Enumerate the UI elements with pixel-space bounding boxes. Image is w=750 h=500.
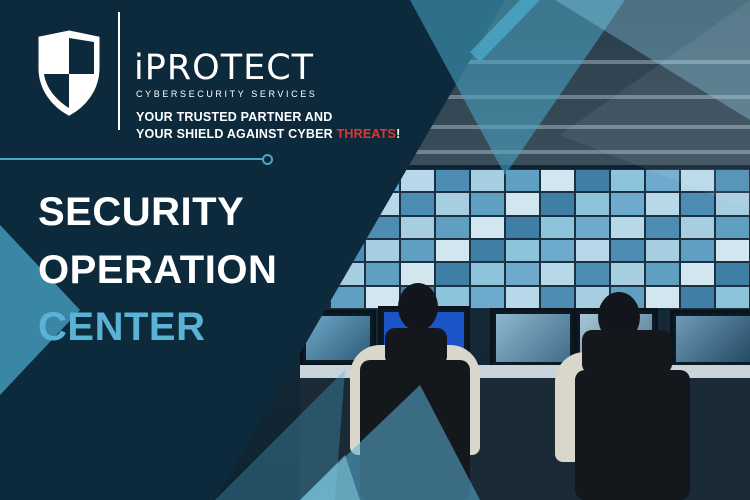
- brand-name: iPROTECT: [134, 48, 315, 88]
- tagline-line2: YOUR SHIELD AGAINST CYBER THREATS!: [136, 127, 401, 141]
- brand-subtitle: CYBERSECURITY SERVICES: [136, 89, 318, 99]
- headline-security: SECURITY: [38, 190, 245, 234]
- separator-line: [0, 158, 266, 160]
- separator-dot: [262, 154, 273, 165]
- tagline: YOUR TRUSTED PARTNER AND YOUR SHIELD AGA…: [136, 109, 400, 143]
- shield-icon: [38, 30, 100, 116]
- headline-center: CENTER: [38, 305, 206, 349]
- logo-divider: [118, 12, 120, 130]
- promo-banner: iPROTECT CYBERSECURITY SERVICES YOUR TRU…: [0, 0, 750, 500]
- headline-operation: OPERATION: [38, 248, 278, 292]
- tagline-line1: YOUR TRUSTED PARTNER AND: [136, 110, 333, 124]
- threats-highlight: THREATS: [336, 127, 397, 141]
